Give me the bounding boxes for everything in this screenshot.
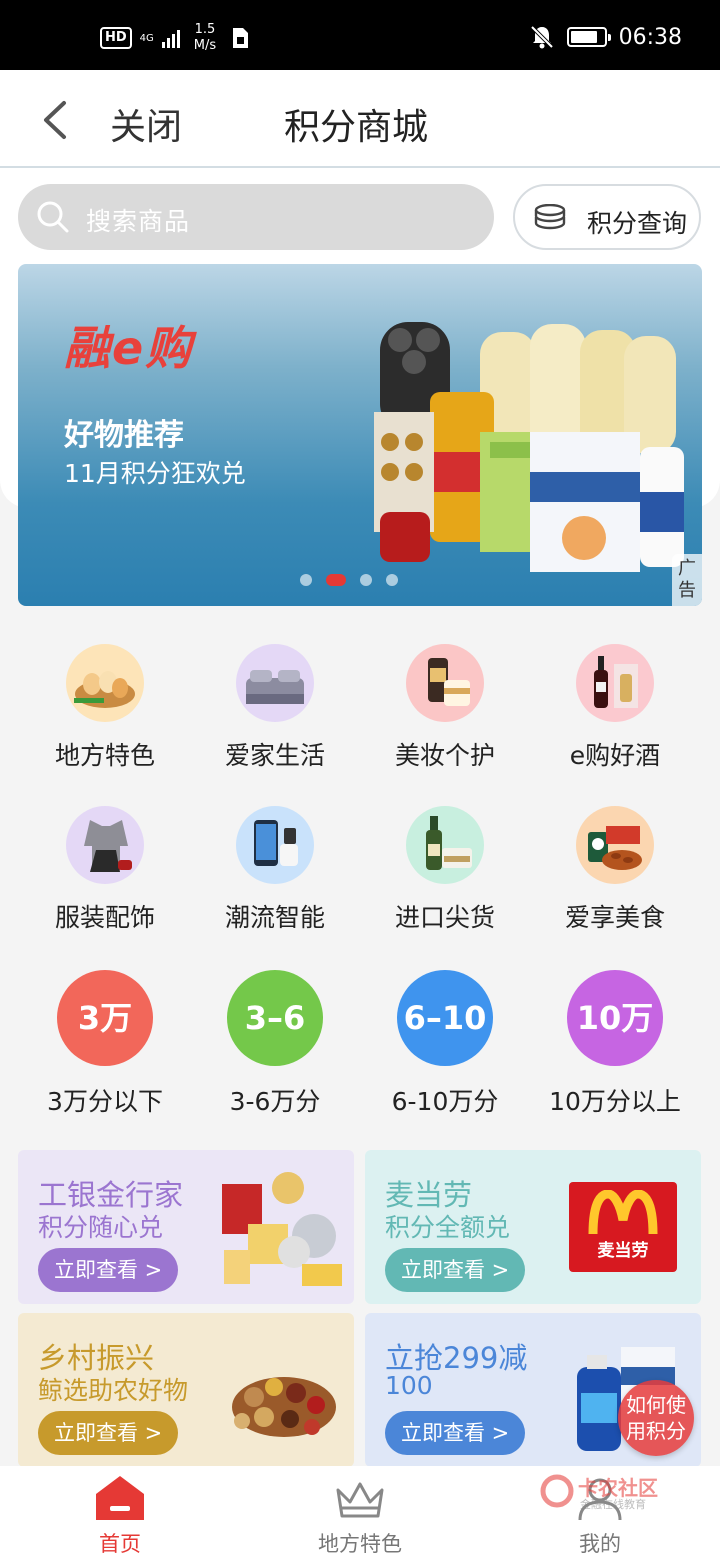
- view-now-button[interactable]: 立即查看 >: [38, 1248, 179, 1292]
- category-label: 爱享美食: [564, 903, 665, 932]
- banner-dot-active[interactable]: [326, 574, 346, 586]
- category-fine-wine[interactable]: e购好酒: [530, 644, 700, 772]
- range-badge: 3万: [57, 970, 153, 1066]
- app-header: 关闭 积分商城: [0, 70, 720, 168]
- banner-logo: 融e购: [64, 321, 194, 375]
- network-type: 4G: [139, 32, 154, 44]
- banner-dot[interactable]: [386, 574, 398, 586]
- search-placeholder: 搜索商品: [86, 207, 191, 236]
- range-badge: 6–10: [397, 970, 493, 1066]
- nav-label: 我的: [579, 1532, 621, 1556]
- promo-card-icbc-gold[interactable]: 工银金行家 积分随心兑 立即查看 >: [18, 1150, 354, 1304]
- category-home-living[interactable]: 爱家生活: [190, 644, 360, 772]
- range-label: 3万分以下: [47, 1087, 163, 1116]
- eggs-icon: [66, 644, 144, 722]
- help-line-2: 用积分: [626, 1419, 686, 1443]
- range-badge: 3–6: [227, 970, 323, 1066]
- view-now-button[interactable]: 立即查看 >: [385, 1248, 526, 1292]
- range-30k-60k[interactable]: 3–6 3-6万分: [190, 970, 360, 1118]
- range-badge: 10万: [567, 970, 663, 1066]
- category-smart-tech[interactable]: 潮流智能: [190, 806, 360, 934]
- ad-tag: 广告: [672, 554, 702, 606]
- battery-icon: [566, 27, 611, 47]
- status-left: HD 4G 1.5 M/s: [100, 22, 250, 54]
- crown-icon: [336, 1482, 384, 1518]
- category-label: 地方特色: [54, 741, 155, 770]
- nav-label: 首页: [99, 1532, 141, 1556]
- banner-pagination[interactable]: [300, 574, 398, 586]
- range-under-30k[interactable]: 3万 3万分以下: [20, 970, 190, 1118]
- dried-fruits-image: [232, 1377, 336, 1437]
- promo-banner[interactable]: 融e购 好物推荐 11月积分狂欢兑 广告: [18, 264, 702, 606]
- mcdonalds-logo: 麦当劳: [569, 1182, 677, 1272]
- watermark-logo-icon: [540, 1474, 574, 1508]
- category-label: 进口尖货: [394, 903, 495, 932]
- watermark-sub: 金融在线教育: [580, 1498, 646, 1511]
- category-label: e购好酒: [569, 741, 661, 770]
- banner-dot[interactable]: [300, 574, 312, 586]
- watermark: 卡农社区 金融在线教育: [540, 1470, 680, 1512]
- speed-unit: M/s: [193, 38, 217, 53]
- status-right: 06:38: [529, 24, 682, 50]
- cosmetics-icon: [406, 644, 484, 722]
- nav-local-specialty[interactable]: 地方特色: [280, 1466, 440, 1560]
- banner-dot[interactable]: [360, 574, 372, 586]
- wine-icon: [576, 644, 654, 722]
- category-local-specialty[interactable]: 地方特色: [20, 644, 190, 772]
- category-imported-goods[interactable]: 进口尖货: [360, 806, 530, 934]
- gold-gifts-image: [222, 1172, 342, 1286]
- coins-icon: [534, 204, 566, 230]
- card-subtitle: 积分随心兑: [38, 1213, 164, 1242]
- clock: 06:38: [618, 24, 682, 50]
- search-icon: [37, 201, 69, 233]
- range-over-100k[interactable]: 10万 10万分以上: [530, 970, 700, 1118]
- close-button[interactable]: 关闭: [110, 98, 182, 150]
- card-subtitle: 100: [385, 1371, 433, 1400]
- back-arrow-icon[interactable]: [38, 100, 72, 140]
- signal-icon: [161, 28, 180, 48]
- category-label: 爱家生活: [224, 741, 325, 770]
- category-gourmet-food[interactable]: 爱享美食: [530, 806, 700, 934]
- promo-card-mcdonalds[interactable]: 麦当劳 积分全额兑 立即查看 > 麦当劳: [365, 1150, 701, 1304]
- category-label: 美妆个护: [394, 741, 495, 770]
- hd-badge: HD: [100, 27, 132, 49]
- view-now-button[interactable]: 立即查看 >: [385, 1411, 526, 1455]
- nav-label: 地方特色: [318, 1532, 402, 1556]
- network-speed: 1.5 M/s: [194, 22, 216, 54]
- how-to-use-points-button[interactable]: 如何使 用积分: [618, 1380, 694, 1456]
- help-line-1: 如何使: [626, 1393, 686, 1417]
- snacks-icon: [576, 806, 654, 884]
- search-input[interactable]: 搜索商品: [18, 184, 494, 250]
- banner-subheadline: 11月积分狂欢兑: [64, 459, 246, 488]
- card-subtitle: 积分全额兑: [385, 1213, 511, 1242]
- range-label: 3-6万分: [229, 1087, 321, 1116]
- clothing-icon: [66, 806, 144, 884]
- points-query-label: 积分查询: [587, 209, 688, 238]
- smartphone-icon: [236, 806, 314, 884]
- sim-icon: [233, 28, 249, 48]
- view-now-button[interactable]: 立即查看 >: [38, 1411, 179, 1455]
- banner-headline: 好物推荐: [64, 418, 184, 453]
- category-label: 潮流智能: [224, 903, 325, 932]
- imported-goods-icon: [406, 806, 484, 884]
- speed-value: 1.5: [194, 22, 216, 37]
- range-label: 10万分以上: [549, 1087, 681, 1116]
- range-60k-100k[interactable]: 6–10 6-10万分: [360, 970, 530, 1118]
- category-label: 服装配饰: [54, 903, 155, 932]
- page-title: 积分商城: [284, 107, 429, 148]
- card-subtitle: 鲸选助农好物: [38, 1376, 189, 1405]
- status-bar: HD 4G 1.5 M/s 06:38: [0, 0, 720, 70]
- category-apparel[interactable]: 服装配饰: [20, 806, 190, 934]
- bedding-icon: [236, 644, 314, 722]
- category-beauty-care[interactable]: 美妆个护: [360, 644, 530, 772]
- nav-home[interactable]: 首页: [40, 1466, 200, 1560]
- points-query-button[interactable]: 积分查询: [513, 184, 701, 250]
- banner-products-image: [374, 322, 684, 572]
- mcdonalds-logo-text: 麦当劳: [597, 1241, 649, 1261]
- home-icon: [96, 1476, 144, 1520]
- range-label: 6-10万分: [391, 1087, 499, 1116]
- mute-bell-icon: [530, 25, 554, 49]
- promo-card-rural-revival[interactable]: 乡村振兴 鲸选助农好物 立即查看 >: [18, 1313, 354, 1467]
